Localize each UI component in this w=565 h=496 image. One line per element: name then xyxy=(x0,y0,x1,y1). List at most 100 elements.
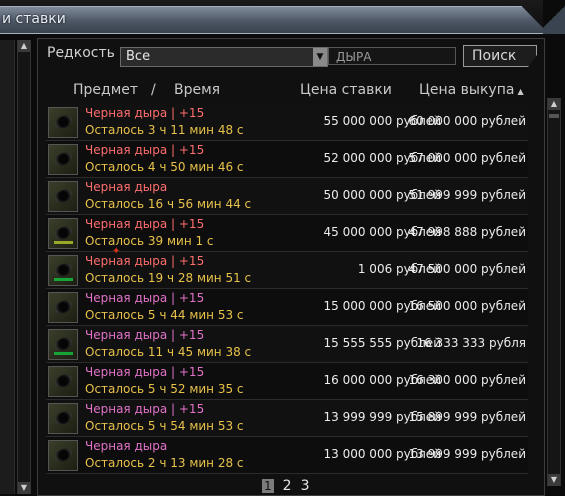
black-hole-item-icon[interactable] xyxy=(48,366,78,397)
scroll-up-icon[interactable]: ▲ xyxy=(18,40,30,52)
item-name: Черная дыра xyxy=(85,180,168,194)
auction-row[interactable]: Черная дыра | +15 Осталось 5 ч 52 мин 35 … xyxy=(46,363,528,400)
scroll-down-icon[interactable]: ▼ xyxy=(548,474,560,486)
black-hole-item-icon[interactable] xyxy=(48,329,78,360)
scroll-down-icon[interactable]: ▼ xyxy=(18,482,30,494)
black-hole-item-icon[interactable] xyxy=(48,403,78,434)
auction-row[interactable]: Черная дыра | +15 Осталось 4 ч 50 мин 46 … xyxy=(46,141,528,178)
black-hole-icon xyxy=(53,223,74,243)
black-hole-item-icon[interactable] xyxy=(48,107,78,138)
titlebar-corner xyxy=(543,0,565,34)
auction-list: Черная дыра | +15 Осталось 3 ч 11 мин 48 … xyxy=(46,104,528,474)
item-level-bar xyxy=(54,426,73,429)
black-hole-item-icon[interactable] xyxy=(48,255,78,286)
item-name: Черная дыра xyxy=(85,439,168,453)
dropdown-arrow-icon[interactable]: ▼ xyxy=(313,48,327,66)
auction-row[interactable]: Черная дыра | +15 Осталось 19 ч 28 мин 51… xyxy=(46,252,528,289)
item-time-left: Осталось 5 ч 54 мин 53 с xyxy=(85,419,244,433)
column-buyout-price[interactable]: Цена выкупа ▲ xyxy=(419,82,524,98)
buyout-price: 16 300 000 рублей xyxy=(408,373,527,387)
item-name: Черная дыра | +15 xyxy=(85,365,205,379)
column-item[interactable]: Предмет xyxy=(73,82,138,98)
rarity-label: Редкость xyxy=(47,45,115,61)
column-time[interactable]: Время xyxy=(174,82,220,98)
scroll-up-icon[interactable]: ▲ xyxy=(548,98,560,110)
black-hole-icon xyxy=(53,260,74,280)
left-frame xyxy=(0,40,15,494)
title-tab xyxy=(0,6,549,34)
item-time-left: Осталось 5 ч 44 мин 53 с xyxy=(85,308,244,322)
column-bid-price[interactable]: Цена ставки xyxy=(300,82,392,98)
right-scrollbar[interactable]: ▲ ▼ xyxy=(547,98,561,486)
search-button[interactable]: Поиск xyxy=(463,45,537,67)
scroll-thumb[interactable] xyxy=(549,114,559,118)
item-name: Черная дыра | +15 xyxy=(85,402,205,416)
rarity-value: Все xyxy=(126,49,151,64)
black-hole-item-icon[interactable] xyxy=(48,218,78,249)
item-name: Черная дыра | +15 xyxy=(85,106,205,120)
sort-ascending-icon: ▲ xyxy=(517,87,524,96)
buyout-price: 16 333 333 рубля xyxy=(416,336,526,350)
black-hole-icon xyxy=(53,112,74,132)
item-name: Черная дыра | +15 xyxy=(85,143,205,157)
page-link-2[interactable]: 2 xyxy=(283,478,292,494)
black-hole-icon xyxy=(53,445,74,465)
item-name: Черная дыра | +15 xyxy=(85,254,205,268)
page-link-3[interactable]: 3 xyxy=(301,478,310,494)
item-level-bar xyxy=(54,167,73,170)
item-time-left: Осталось 39 мин 1 с xyxy=(85,234,214,248)
black-hole-icon xyxy=(53,186,74,206)
item-time-left: Осталось 11 ч 45 мин 38 с xyxy=(85,345,252,359)
item-level-bar xyxy=(54,389,73,392)
item-time-left: Осталось 4 ч 50 мин 46 с xyxy=(85,160,244,174)
buyout-price: 15 899 999 рублей xyxy=(408,410,527,424)
window-titlebar: и ставки xyxy=(0,0,565,34)
auction-panel: Редкость Все ▼ ДЫРА Поиск Предмет / Врем… xyxy=(37,38,545,496)
item-level-bar xyxy=(54,352,73,355)
rarity-select[interactable]: Все ▼ xyxy=(120,47,328,67)
black-hole-item-icon[interactable] xyxy=(48,292,78,323)
item-time-left: Осталось 5 ч 52 мин 35 с xyxy=(85,382,244,396)
black-hole-item-icon[interactable] xyxy=(48,440,78,471)
buyout-price: 57 000 000 рублей xyxy=(408,151,527,165)
buyout-price: 13 999 999 рублей xyxy=(408,447,527,461)
buyout-price: 16 500 000 рублей xyxy=(408,299,527,313)
left-scrollbar[interactable]: ▲ ▼ xyxy=(17,40,31,494)
black-hole-icon xyxy=(53,334,74,354)
black-hole-icon xyxy=(53,371,74,391)
item-name: Черная дыра | +15 xyxy=(85,217,205,231)
column-buyout-label: Цена выкупа xyxy=(419,82,515,98)
item-level-bar xyxy=(54,130,73,133)
auction-row[interactable]: Черная дыра | +15 Осталось 3 ч 11 мин 48 … xyxy=(46,104,528,141)
search-input[interactable]: ДЫРА xyxy=(328,47,456,65)
buyout-price: 47 500 000 рублей xyxy=(408,262,527,276)
black-hole-icon xyxy=(53,408,74,428)
item-name: Черная дыра | +15 xyxy=(85,291,205,305)
item-level-bar xyxy=(54,204,73,207)
black-hole-item-icon[interactable] xyxy=(48,181,78,212)
black-hole-icon xyxy=(53,149,74,169)
black-hole-item-icon[interactable] xyxy=(48,144,78,175)
item-time-left: Осталось 16 ч 56 мин 44 с xyxy=(85,197,252,211)
black-hole-icon xyxy=(53,297,74,317)
item-level-bar xyxy=(54,315,73,318)
buyout-price: 60 000 000 рублей xyxy=(408,114,527,128)
item-time-left: Осталось 19 ч 28 мин 51 с xyxy=(85,271,252,285)
item-level-bar xyxy=(54,463,73,466)
buyout-price: 47 998 888 рублей xyxy=(408,225,527,239)
auction-row[interactable]: Черная дыра Осталось 2 ч 13 мин 28 с 13 00… xyxy=(46,437,528,474)
item-time-left: Осталось 3 ч 11 мин 48 с xyxy=(85,123,244,137)
item-level-bar xyxy=(54,278,73,281)
auction-row[interactable]: Черная дыра | +15 Осталось 5 ч 54 мин 53 … xyxy=(46,400,528,437)
pagination: 123 xyxy=(262,478,318,494)
auction-row[interactable]: Черная дыра | +15 Осталось 5 ч 44 мин 53 … xyxy=(46,289,528,326)
page-link-1[interactable]: 1 xyxy=(262,479,274,493)
mouse-cursor-icon: ✦ xyxy=(112,246,121,257)
window-title: и ставки xyxy=(2,11,66,27)
item-name: Черная дыра | +15 xyxy=(85,328,205,342)
auction-row[interactable]: Черная дыра Осталось 16 ч 56 мин 44 с 50 0… xyxy=(46,178,528,215)
item-time-left: Осталось 2 ч 13 мин 28 с xyxy=(85,456,244,470)
column-separator: / xyxy=(151,82,156,98)
item-level-bar xyxy=(54,241,73,244)
auction-row[interactable]: Черная дыра | +15 Осталось 11 ч 45 мин 38… xyxy=(46,326,528,363)
